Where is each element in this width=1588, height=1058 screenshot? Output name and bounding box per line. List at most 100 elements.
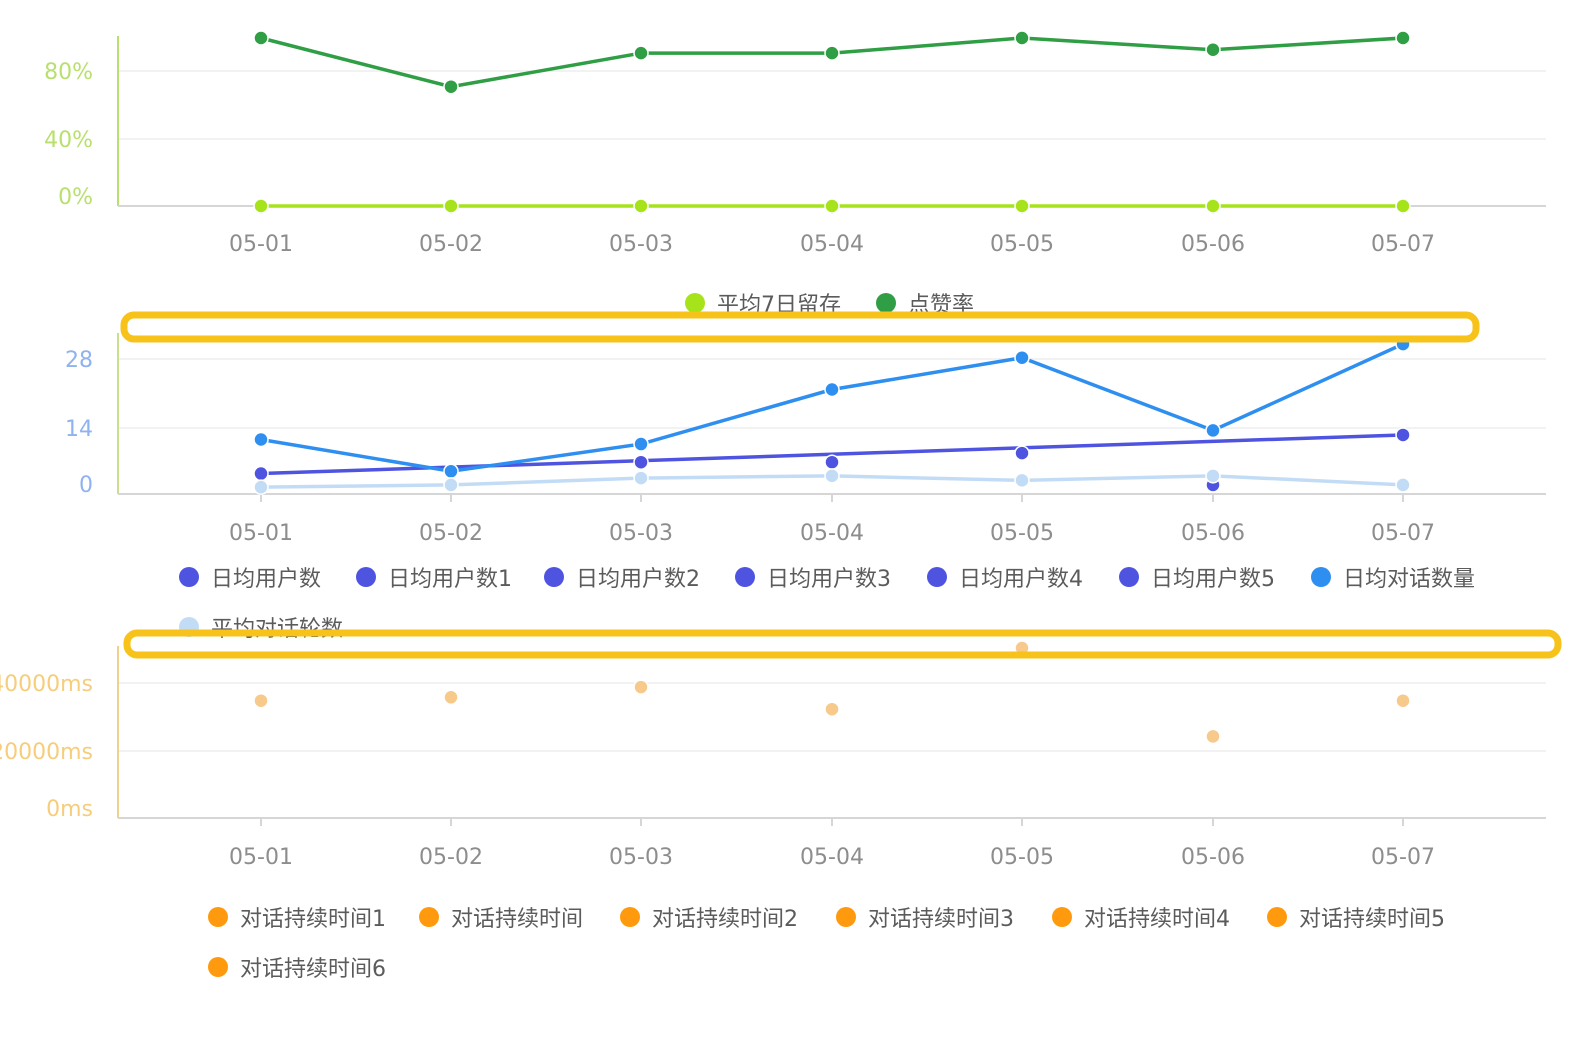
legend-label[interactable]: 对话持续时间 <box>451 907 583 932</box>
y-tick-label: 40000ms <box>0 672 93 697</box>
data-point <box>1205 198 1221 214</box>
x-tick-label: 05-04 <box>800 845 864 870</box>
data-point <box>253 479 269 495</box>
legend-item[interactable]: 日均用户数2 <box>544 567 700 592</box>
legend-marker[interactable] <box>356 567 376 587</box>
legend-item[interactable]: 对话持续时间6 <box>208 957 386 982</box>
legend-marker[interactable] <box>1052 907 1072 927</box>
legend-label[interactable]: 对话持续时间1 <box>240 907 386 932</box>
data-point <box>1395 198 1411 214</box>
data-point <box>633 198 649 214</box>
x-tick-label: 05-02 <box>419 845 483 870</box>
legend-item[interactable]: 对话持续时间4 <box>1052 907 1230 932</box>
legend-item[interactable]: 日均用户数1 <box>356 567 512 592</box>
chart-1: 0% 40% 80% 05-01 05-02 05-03 05-04 05-05 05-06 05… <box>44 30 1546 318</box>
legend-marker[interactable] <box>876 293 896 313</box>
legend-label[interactable]: 日均用户数3 <box>767 567 891 592</box>
legend-marker[interactable] <box>1119 567 1139 587</box>
legend-item[interactable]: 对话持续时间3 <box>836 907 1014 932</box>
legend-marker[interactable] <box>1267 907 1287 927</box>
data-point <box>824 198 840 214</box>
highlight-box-1 <box>120 311 1480 343</box>
legend-marker[interactable] <box>179 567 199 587</box>
data-point <box>824 381 840 398</box>
legend-item[interactable]: 日均用户数4 <box>927 567 1083 592</box>
legend-label[interactable]: 对话持续时间5 <box>1299 907 1445 932</box>
data-point <box>253 465 269 482</box>
legend-marker[interactable] <box>208 957 228 977</box>
legend-label[interactable]: 对话持续时间3 <box>868 907 1014 932</box>
x-tick-label: 05-05 <box>990 521 1054 546</box>
data-point <box>633 470 649 486</box>
data-point <box>1014 445 1030 461</box>
y-tick-label: 14 <box>65 417 93 442</box>
data-point <box>253 692 269 709</box>
legend-label[interactable]: 日均用户数4 <box>959 567 1083 592</box>
x-tick-label: 05-01 <box>229 845 293 870</box>
series-line-7 <box>260 342 1404 474</box>
legend-label[interactable]: 日均用户数 <box>211 567 321 592</box>
legend-label[interactable]: 日均用户数2 <box>576 567 700 592</box>
x-tick-label: 05-07 <box>1371 232 1435 257</box>
data-point <box>1205 42 1221 58</box>
y-tick-label: 80% <box>44 60 93 85</box>
data-point <box>824 454 840 470</box>
x-tick-label: 05-07 <box>1371 521 1435 546</box>
legend-item[interactable]: 对话持续时间5 <box>1267 907 1445 932</box>
legend-item[interactable]: 日均用户数 <box>179 567 321 592</box>
x-tick-label: 05-02 <box>419 232 483 257</box>
y-tick-label: 40% <box>44 128 93 153</box>
x-tick-label: 05-06 <box>1181 521 1245 546</box>
legend-label[interactable]: 对话持续时间6 <box>240 957 386 982</box>
data-point <box>1395 477 1411 493</box>
x-tick-label: 05-06 <box>1181 845 1245 870</box>
legend-item[interactable]: 日均用户数3 <box>735 567 891 592</box>
y-tick-label: 0 <box>79 473 93 498</box>
data-point <box>633 679 649 695</box>
legend-marker[interactable] <box>735 567 755 587</box>
data-point <box>1395 427 1411 443</box>
legend-label[interactable]: 日均对话数量 <box>1343 567 1475 592</box>
data-point <box>633 45 649 61</box>
x-tick-label: 05-03 <box>609 521 673 546</box>
data-point <box>443 463 459 480</box>
y-tick-label: 28 <box>65 348 93 373</box>
data-point <box>443 78 459 95</box>
legend-item[interactable]: 对话持续时间2 <box>620 907 798 932</box>
x-tick-label: 05-04 <box>800 232 864 257</box>
highlight-box-2 <box>123 629 1562 659</box>
chart-3: 0ms 20000ms 40000ms 05-01 05-02 05-03 05-04 05-… <box>0 640 1546 982</box>
data-point <box>824 45 840 61</box>
legend-marker[interactable] <box>836 907 856 927</box>
legend-label[interactable]: 日均用户数1 <box>388 567 512 592</box>
x-tick-label: 05-03 <box>609 232 673 257</box>
legend-marker[interactable] <box>208 907 228 927</box>
x-tick-label: 05-01 <box>229 521 293 546</box>
legend-label[interactable]: 日均用户数5 <box>1151 567 1275 592</box>
legend-label[interactable]: 对话持续时间2 <box>652 907 798 932</box>
legend-item[interactable]: 对话持续时间1 <box>208 907 386 932</box>
data-point <box>1205 468 1221 484</box>
legend-marker[interactable] <box>685 293 705 313</box>
data-point <box>1205 422 1221 439</box>
data-point <box>253 30 269 46</box>
legend-marker[interactable] <box>544 567 564 587</box>
data-point <box>1395 692 1411 709</box>
data-point <box>253 431 269 448</box>
x-tick-label: 05-06 <box>1181 232 1245 257</box>
legend-marker[interactable] <box>419 907 439 927</box>
data-point <box>1395 30 1411 46</box>
x-tick-label: 05-02 <box>419 521 483 546</box>
data-point <box>824 468 840 484</box>
legend-marker[interactable] <box>620 907 640 927</box>
legend-item[interactable]: 日均对话数量 <box>1311 567 1475 592</box>
data-point <box>443 689 459 706</box>
legend-marker[interactable] <box>1311 567 1331 587</box>
legend-item[interactable]: 对话持续时间 <box>419 907 583 932</box>
legend-item[interactable]: 日均用户数5 <box>1119 567 1275 592</box>
legend-marker[interactable] <box>927 567 947 587</box>
data-point <box>1205 728 1221 745</box>
series-line-2 <box>260 36 1404 89</box>
legend-label[interactable]: 对话持续时间4 <box>1084 907 1230 932</box>
data-point <box>1014 30 1030 46</box>
